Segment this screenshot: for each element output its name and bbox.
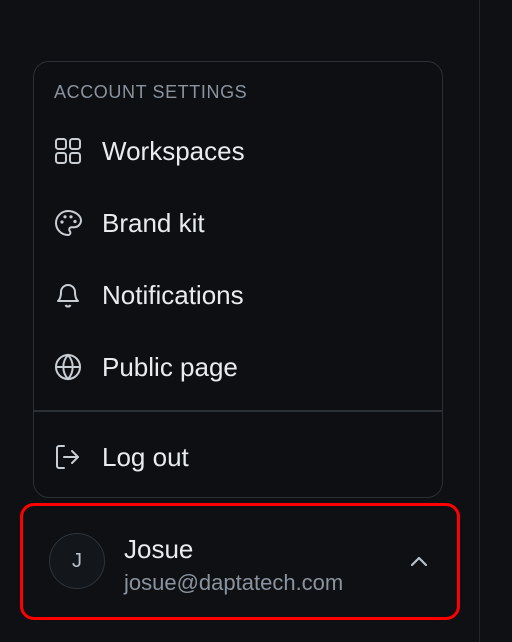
menu-item-label: Workspaces [102, 135, 245, 166]
grid-icon [52, 135, 84, 167]
menu-divider [34, 410, 442, 412]
chevron-up-icon[interactable] [405, 548, 433, 576]
user-email: josue@daptatech.com [124, 570, 344, 595]
sidebar: ACCOUNT SETTINGS Workspaces Brand kit No… [0, 0, 480, 642]
menu-item-notifications[interactable]: Notifications [34, 267, 442, 323]
logout-icon [52, 441, 84, 473]
globe-icon [52, 351, 84, 383]
menu-item-workspaces[interactable]: Workspaces [34, 123, 442, 179]
logout-button[interactable]: Log out [34, 429, 442, 485]
menu-item-label: Public page [102, 351, 238, 382]
user-account-toggle[interactable]: J Josue josue@daptatech.com [20, 503, 460, 620]
palette-icon [52, 207, 84, 239]
user-name: Josue [124, 534, 194, 564]
menu-item-label: Notifications [102, 279, 244, 310]
account-settings-menu: ACCOUNT SETTINGS Workspaces Brand kit No… [33, 61, 443, 498]
menu-item-brand-kit[interactable]: Brand kit [34, 195, 442, 251]
logout-label: Log out [102, 441, 189, 472]
avatar: J [49, 533, 105, 589]
menu-header: ACCOUNT SETTINGS [54, 82, 248, 102]
menu-item-label: Brand kit [102, 207, 205, 238]
menu-item-public-page[interactable]: Public page [34, 339, 442, 395]
bell-icon [52, 279, 84, 311]
